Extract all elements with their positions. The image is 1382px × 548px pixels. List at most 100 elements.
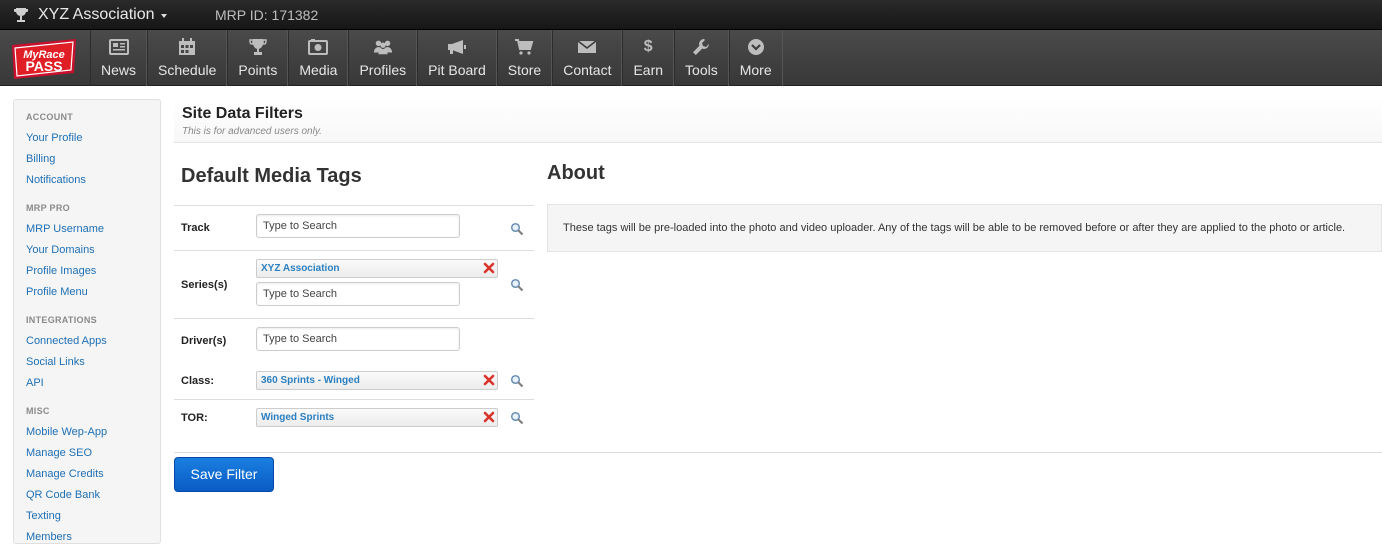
nav-earn[interactable]: $ Earn bbox=[622, 30, 675, 86]
sidebar-item-api[interactable]: API bbox=[14, 373, 160, 394]
newspaper-icon bbox=[108, 39, 129, 55]
sidebar-item-members[interactable]: Members bbox=[14, 527, 160, 548]
remove-tag-icon[interactable] bbox=[483, 374, 495, 386]
sidebar-item-your-domains[interactable]: Your Domains bbox=[14, 240, 160, 261]
caret-down-icon bbox=[160, 14, 167, 18]
tag-text: 360 Sprints - Winged bbox=[261, 375, 360, 386]
sidebar-item-billing[interactable]: Billing bbox=[14, 149, 160, 170]
sidebar-item-connected-apps[interactable]: Connected Apps bbox=[14, 331, 160, 352]
remove-tag-icon[interactable] bbox=[483, 411, 495, 423]
nav-tools[interactable]: Tools bbox=[674, 30, 729, 86]
nav-pit-board[interactable]: Pit Board bbox=[417, 30, 497, 86]
series-label: Series(s) bbox=[181, 279, 228, 291]
cart-icon bbox=[515, 39, 534, 55]
nav-points[interactable]: Points bbox=[227, 30, 289, 86]
nav-more[interactable]: More bbox=[728, 30, 783, 86]
save-filter-button[interactable]: Save Filter bbox=[174, 457, 274, 492]
nav-contact[interactable]: Contact bbox=[552, 30, 623, 86]
drivers-search-input[interactable]: Type to Search bbox=[256, 327, 460, 351]
envelope-icon bbox=[577, 40, 597, 53]
sidebar-item-qr-code-bank[interactable]: QR Code Bank bbox=[14, 485, 160, 506]
main-nav: MyRace PASS News Schedule Points Media P… bbox=[0, 30, 1382, 86]
drivers-row: Driver(s) Type to Search bbox=[174, 318, 534, 363]
nav-label: Pit Board bbox=[428, 62, 486, 78]
tor-label: TOR: bbox=[181, 412, 208, 424]
sidebar-item-profile-menu[interactable]: Profile Menu bbox=[14, 282, 160, 303]
page-subtitle: This is for advanced users only. bbox=[182, 126, 322, 137]
myracepass-logo[interactable]: MyRace PASS bbox=[8, 37, 80, 81]
nav-store[interactable]: Store bbox=[496, 30, 553, 86]
nav-label: Points bbox=[238, 62, 278, 78]
section-title: Default Media Tags bbox=[181, 165, 362, 187]
series-row: Series(s) XYZ Association Type to Search bbox=[174, 250, 534, 318]
org-switcher[interactable]: XYZ Association bbox=[14, 0, 167, 30]
nav-media[interactable]: Media bbox=[288, 30, 349, 86]
search-icon[interactable] bbox=[510, 374, 524, 388]
nav-label: Store bbox=[507, 62, 542, 78]
nav-label: Profiles bbox=[359, 62, 407, 78]
track-label: Track bbox=[181, 222, 210, 234]
nav-label: Tools bbox=[685, 62, 718, 78]
nav-label: Media bbox=[299, 62, 338, 78]
search-icon[interactable] bbox=[510, 411, 524, 425]
about-panel: About These tags will be pre-loaded into… bbox=[547, 143, 1382, 252]
sidebar-heading: MRP PRO bbox=[26, 203, 70, 213]
wrench-icon bbox=[693, 39, 710, 55]
chevron-circle-icon bbox=[747, 39, 764, 55]
sidebar-item-texting[interactable]: Texting bbox=[14, 506, 160, 527]
sidebar-item-mrp-username[interactable]: MRP Username bbox=[14, 219, 160, 240]
sidebar-item-profile-images[interactable]: Profile Images bbox=[14, 261, 160, 282]
sidebar-heading: MISC bbox=[26, 406, 50, 416]
org-name: XYZ Association bbox=[38, 6, 155, 23]
users-icon bbox=[373, 40, 392, 55]
nav-label: Contact bbox=[563, 62, 612, 78]
class-row: Class: 360 Sprints - Winged bbox=[174, 363, 534, 399]
nav-news[interactable]: News bbox=[90, 30, 148, 86]
trophy-icon bbox=[14, 8, 28, 22]
megaphone-icon bbox=[447, 40, 466, 54]
track-row: Track Type to Search bbox=[174, 205, 534, 250]
class-tag: 360 Sprints - Winged bbox=[256, 371, 498, 390]
sidebar-heading: ACCOUNT bbox=[26, 112, 74, 122]
tor-tag: Winged Sprints bbox=[256, 408, 498, 427]
sidebar-item-social-links[interactable]: Social Links bbox=[14, 352, 160, 373]
camera-icon bbox=[308, 39, 329, 55]
mrp-id: MRP ID: 171382 bbox=[215, 7, 319, 23]
search-icon[interactable] bbox=[510, 222, 524, 236]
sidebar-item-your-profile[interactable]: Your Profile bbox=[14, 128, 160, 149]
class-label: Class: bbox=[181, 375, 215, 387]
sidebar-item-manage-credits[interactable]: Manage Credits bbox=[14, 464, 160, 485]
sidebar-heading: INTEGRATIONS bbox=[26, 315, 97, 325]
main-content: Site Data Filters This is for advanced u… bbox=[174, 99, 1382, 492]
track-search-input[interactable]: Type to Search bbox=[256, 214, 460, 238]
drivers-label: Driver(s) bbox=[181, 335, 227, 347]
page-header: Site Data Filters This is for advanced u… bbox=[174, 99, 1382, 143]
divider bbox=[174, 452, 1382, 453]
calendar-icon bbox=[179, 38, 196, 55]
series-search-input[interactable]: Type to Search bbox=[256, 282, 460, 306]
sidebar-item-manage-seo[interactable]: Manage SEO bbox=[14, 443, 160, 464]
nav-label: Schedule bbox=[158, 62, 217, 78]
settings-sidebar: ACCOUNT Your Profile Billing Notificatio… bbox=[13, 99, 161, 544]
about-title: About bbox=[547, 162, 605, 184]
about-text: These tags will be pre-loaded into the p… bbox=[547, 204, 1382, 252]
top-bar: XYZ Association MRP ID: 171382 bbox=[0, 0, 1382, 30]
nav-profiles[interactable]: Profiles bbox=[348, 30, 418, 86]
tag-text: Winged Sprints bbox=[261, 412, 335, 423]
search-icon[interactable] bbox=[510, 278, 524, 292]
dollar-icon: $ bbox=[643, 38, 653, 55]
nav-label: More bbox=[739, 62, 772, 78]
sidebar-item-notifications[interactable]: Notifications bbox=[14, 170, 160, 191]
tag-text: XYZ Association bbox=[261, 263, 340, 274]
nav-label: Earn bbox=[633, 62, 664, 78]
remove-tag-icon[interactable] bbox=[483, 262, 495, 274]
svg-text:PASS: PASS bbox=[25, 58, 62, 74]
trophy-icon bbox=[249, 39, 267, 55]
nav-label: News bbox=[101, 62, 137, 78]
nav-schedule[interactable]: Schedule bbox=[147, 30, 228, 86]
sidebar-item-mobile-web-app[interactable]: Mobile Wep-App bbox=[14, 422, 160, 443]
series-tag: XYZ Association bbox=[256, 259, 498, 278]
tor-row: TOR: Winged Sprints bbox=[174, 399, 534, 435]
media-tags-form: Default Media Tags Track Type to Search … bbox=[174, 143, 534, 435]
page-title: Site Data Filters bbox=[182, 105, 303, 122]
